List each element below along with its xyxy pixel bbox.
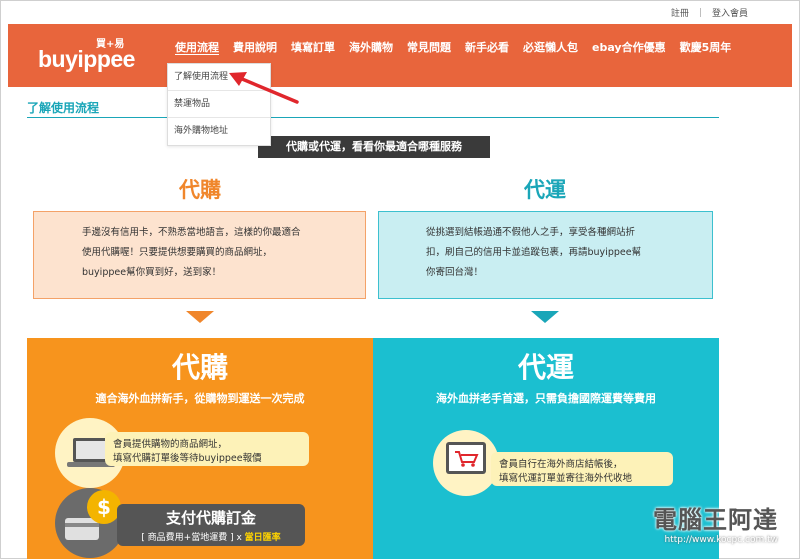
purchase-down-arrow [186,311,214,323]
nav-item-anniversary[interactable]: 歡慶5周年 [673,39,739,55]
pay-deposit-box: 支付代購訂金 [ 商品費用+當地運費 ] x 當日匯率 [117,504,305,546]
nav-item-process[interactable]: 使用流程 [168,39,226,55]
dropdown-item-address[interactable]: 海外購物地址 [168,118,270,145]
nav-item-overseas[interactable]: 海外購物 [342,39,400,55]
pay-note-rate: 當日匯率 [244,533,281,543]
logo-text: buyippee [38,46,135,72]
login-link[interactable]: 登入會員 [712,6,748,19]
purchase-panel-subtitle: 適合海外血拼新手，從購物到運送一次完成 [95,392,305,405]
purchase-desc-line: 使用代購喔！只要提供想要購買的商品網址， [82,247,273,258]
nav-item-fees[interactable]: 費用說明 [226,39,284,55]
dollar-icon: $ [87,490,121,524]
tablet-illustration [433,430,499,496]
forwarding-panel-title: 代運 [517,351,574,384]
nav-item-beginner[interactable]: 新手必看 [458,39,516,55]
pay-note-formula: [ 商品費用+當地運費 ] x [141,533,245,543]
nav-item-ebay[interactable]: ebay合作優惠 [585,39,673,55]
nav-item-guide[interactable]: 必逛懶人包 [516,39,585,55]
watermark-url: http://www.kocpc.com.tw [664,535,778,545]
page-title: 了解使用流程 [27,101,100,115]
purchase-desc-line: buyippee幫你買到好，送到家！ [82,267,222,278]
purchase-heading: 代購 [179,178,221,202]
shopping-cart-tablet-icon [446,442,486,474]
register-link[interactable]: 註冊 [671,6,689,19]
purchase-panel: 代購 適合海外血拼新手，從購物到運送一次完成 會員提供購物的商品網址， 填寫代購… [27,338,373,559]
purchase-desc-line: 手邊沒有信用卡，不熟悉當地語言，這樣的你最適合 [82,227,301,238]
site-header: 買+易 buyippee 使用流程 費用說明 填寫訂單 海外購物 常見問題 新手… [8,24,792,87]
forwarding-step-1-line: 填寫代運訂單並寄往海外代收地 [499,473,633,484]
title-divider [27,117,719,118]
purchase-panel-title: 代購 [171,351,228,384]
buyippee-logo[interactable]: 買+易 buyippee [38,36,135,76]
forwarding-desc-line: 扣，刷自己的信用卡並追蹤包裹，再請buyippee幫 [426,247,642,258]
pay-deposit-note: [ 商品費用+當地運費 ] x 當日匯率 [117,530,305,543]
forwarding-desc-line: 你寄回台灣！ [426,267,484,278]
forwarding-down-arrow [531,311,559,323]
topbar-separator: | [698,7,702,18]
forwarding-panel-subtitle: 海外血拼老手首選，只需負擔國際運費等費用 [436,392,656,405]
forwarding-desc-line: 從挑選到結帳過通不假他人之手，享受各種網站折 [426,227,636,238]
main-nav: 使用流程 費用說明 填寫訂單 海外購物 常見問題 新手必看 必逛懶人包 ebay… [168,39,738,55]
service-compare-banner: 代購或代運，看看你最適合哪種服務 [258,136,490,158]
pay-deposit-title: 支付代購訂金 [165,509,256,527]
annotation-arrow [229,72,299,104]
forwarding-step-1-line: 會員自行在海外商店結帳後， [499,459,623,470]
top-utility-bar: 註冊 | 登入會員 [671,6,748,20]
purchase-step-1-line: 會員提供購物的商品網址， [113,439,228,450]
forwarding-step-1: 會員自行在海外商店結帳後， 填寫代運訂單並寄往海外代收地 [491,452,673,486]
purchase-step-1-line: 填寫代購訂單後等待buyippee報價 [113,453,262,464]
kocpc-watermark: 電腦王阿達 http://www.kocpc.com.tw [653,500,778,545]
purchase-step-1: 會員提供購物的商品網址， 填寫代購訂單後等待buyippee報價 [105,432,309,466]
forwarding-description: 從挑選到結帳過通不假他人之手，享受各種網站折 扣，刷自己的信用卡並追蹤包裹，再請… [378,211,713,299]
watermark-text: 電腦王阿達 [653,506,778,534]
purchase-description: 手邊沒有信用卡，不熟悉當地語言，這樣的你最適合 使用代購喔！只要提供想要購買的商… [33,211,366,299]
nav-item-faq[interactable]: 常見問題 [400,39,458,55]
nav-item-order[interactable]: 填寫訂單 [284,39,342,55]
forwarding-heading: 代運 [524,178,566,202]
